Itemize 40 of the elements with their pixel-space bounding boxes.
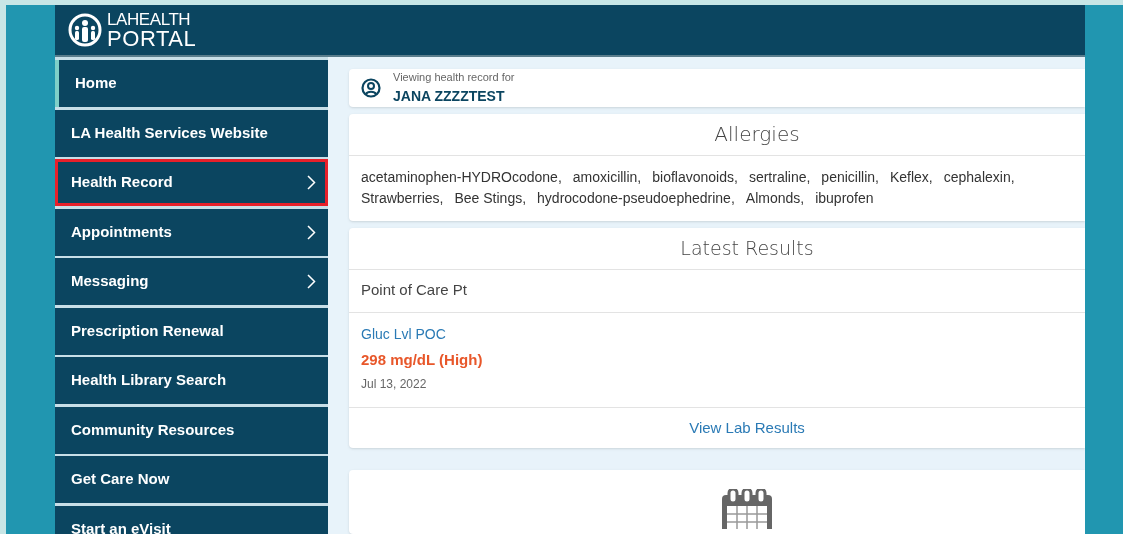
allergy-item: Keflex, [889,167,933,186]
sidebar-item[interactable]: Appointments [55,208,328,256]
sidebar-item[interactable]: Home [55,60,328,107]
allergy-item: amoxicillin, [572,167,642,186]
sidebar-item[interactable]: LA Health Services Website [55,109,328,157]
result-value: 298 mg/dL (High) [361,349,484,370]
allergy-item: hydrocodone-pseudoephedrine, [537,188,735,207]
allergy-item: ibuprofen [815,188,874,207]
allergy-item: penicillin, [821,167,879,186]
chevron-right-icon [307,224,316,240]
allergies-title: Allergies [714,121,800,148]
sidebar-item[interactable]: Start an eVisit [55,505,328,534]
allergy-item: Bee Stings, [454,188,527,207]
allergy-item: bioflavonoids, [652,167,738,186]
view-lab-results-link[interactable]: View Lab Results [689,416,805,440]
sidebar-item[interactable]: Community Resources [55,406,328,454]
logo-text: LAHEALTH [107,10,192,28]
result-group: Point of Care Pt [361,279,467,302]
logo[interactable]: LAHEALTH PORTAL [67,10,197,50]
result-date: Jul 13, 2022 [361,376,428,393]
sidebar-item[interactable]: Health Library Search [55,357,328,404]
results-title: Latest Results [680,235,814,261]
viewing-caption: Viewing health record for [393,70,515,85]
patient-name: JANA ZZZZTEST [393,86,506,106]
chevron-right-icon [307,175,316,190]
sidebar-item[interactable]: Prescription Renewal [55,307,328,355]
family-logo-icon [67,12,103,48]
allergy-item: acetaminophen-HYDROcodone, [361,167,562,186]
sidebar-item[interactable]: Messaging [55,258,328,305]
user-circle-icon [361,77,381,98]
chevron-right-icon [307,274,316,289]
sidebar-item[interactable]: Get Care Now [55,456,328,503]
allergy-item: Almonds, [745,188,805,207]
allergy-item: sertraline, [748,167,811,186]
result-name-link[interactable]: Gluc Lvl POC [361,323,1073,345]
sidebar-item[interactable]: Health Record [55,159,328,206]
allergy-item: Strawberries, [361,188,444,207]
calendar-icon [721,489,773,529]
allergy-item: cephalexin, [943,167,1015,186]
logo-text: PORTAL [107,27,197,50]
